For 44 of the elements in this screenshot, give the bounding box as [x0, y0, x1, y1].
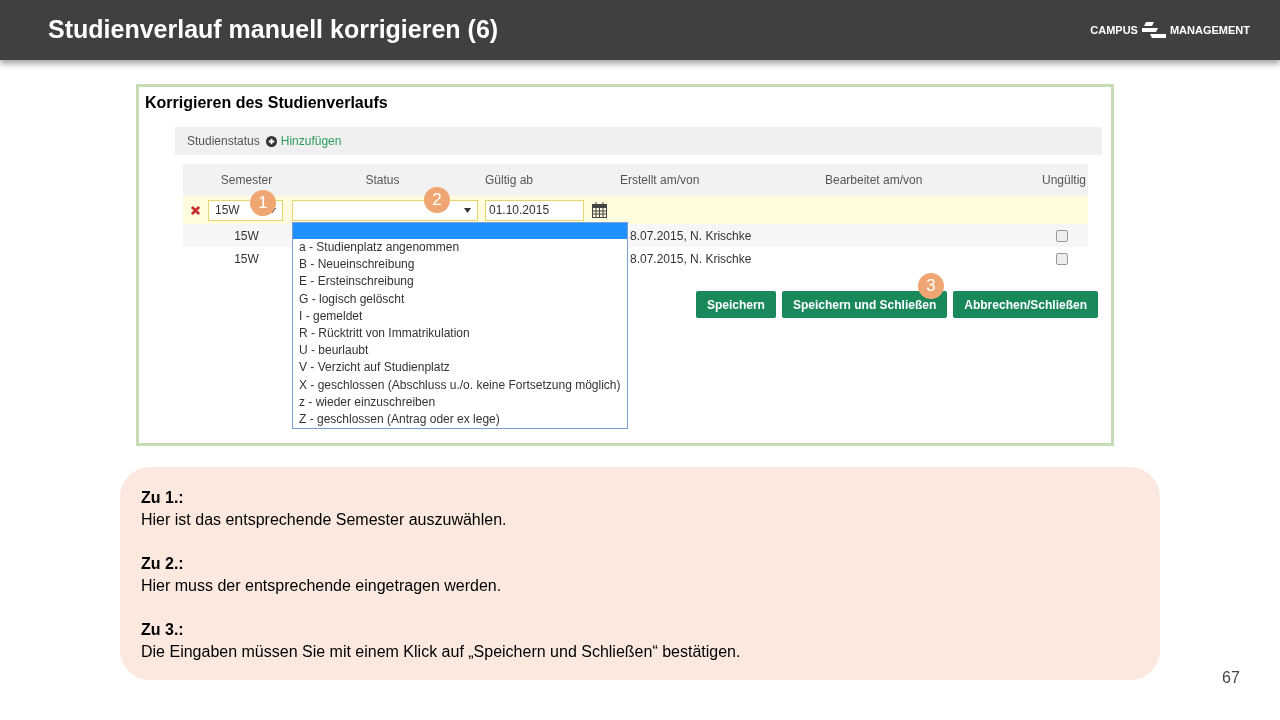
column-header: Gültig ab [485, 173, 534, 187]
dropdown-option[interactable]: z - wieder einzuschreiben [293, 393, 627, 411]
date-field[interactable]: 01.10.2015 [485, 199, 584, 221]
action-button[interactable]: Abbrechen/Schließen [953, 291, 1098, 318]
action-button[interactable]: Speichern und Schließen [781, 291, 948, 318]
note-text: Hier muss der entsprechende eingetragen werden. [141, 576, 503, 596]
note-heading: Zu 2.: [141, 554, 185, 574]
note-text: Hier ist das entsprechende Semester auszuwählen. [141, 510, 508, 530]
semester-cell: 15W [234, 228, 259, 243]
delete-icon[interactable] [191, 205, 200, 215]
logo-icon [1141, 22, 1166, 38]
section-label: Studienstatus [187, 133, 260, 150]
slide-title: Studienverlauf manuell korrigieren (6) [48, 14, 499, 46]
semester-cell: 15W [234, 251, 259, 266]
note-heading: Zu 1.: [141, 488, 185, 508]
page-number: 67 [1222, 668, 1240, 688]
column-header: Status [365, 173, 400, 187]
dropdown-option[interactable]: V - Verzicht auf Studienplatz [293, 359, 627, 377]
created-cell: 8.07.2015, N. Krischke [630, 251, 752, 266]
caret-icon [464, 207, 471, 213]
dropdown-option[interactable]: U - beurlaubt [293, 342, 627, 360]
column-header: Erstellt am/von [620, 173, 700, 187]
plus-icon [265, 135, 277, 147]
dropdown-option[interactable]: E - Ersteinschreibung [293, 273, 627, 291]
column-header: Bearbeitet am/von [825, 173, 923, 187]
dropdown-option[interactable]: I - gemeldet [293, 307, 627, 325]
dropdown-option[interactable]: G - logisch gelöscht [293, 290, 627, 308]
note-heading: Zu 3.: [141, 620, 185, 640]
logo-text: CAMPUS [1090, 22, 1138, 38]
calendar-icon[interactable] [592, 202, 607, 218]
action-button[interactable]: Speichern [695, 291, 776, 318]
note-text: Die Eingaben müssen Sie mit einem Klick auf „Speichern und Schließen“ bestätigen. [141, 642, 742, 662]
column-header: Ungültig [1041, 173, 1086, 187]
dropdown-option[interactable]: X - geschlossen (Abschluss u./o. keine Fortsetzung möglich) [293, 376, 627, 394]
dropdown-option[interactable]: R - Rücktritt von Immatrikulation [293, 324, 627, 343]
panel-title: Korrigieren des Studienverlaufs [144, 93, 389, 113]
dropdown-option[interactable]: B - Neueinschreibung [293, 256, 627, 274]
created-cell: 8.07.2015, N. Krischke [630, 228, 752, 243]
dropdown-option[interactable]: Z - geschlossen (Antrag oder ex lege) [293, 410, 627, 429]
invalid-checkbox[interactable] [1056, 252, 1068, 265]
dropdown-option[interactable]: a - Studienplatz angenommen [293, 239, 627, 257]
invalid-checkbox[interactable] [1056, 229, 1068, 242]
logo-text: MANAGEMENT [1169, 22, 1250, 38]
column-header: Semester [220, 173, 273, 187]
